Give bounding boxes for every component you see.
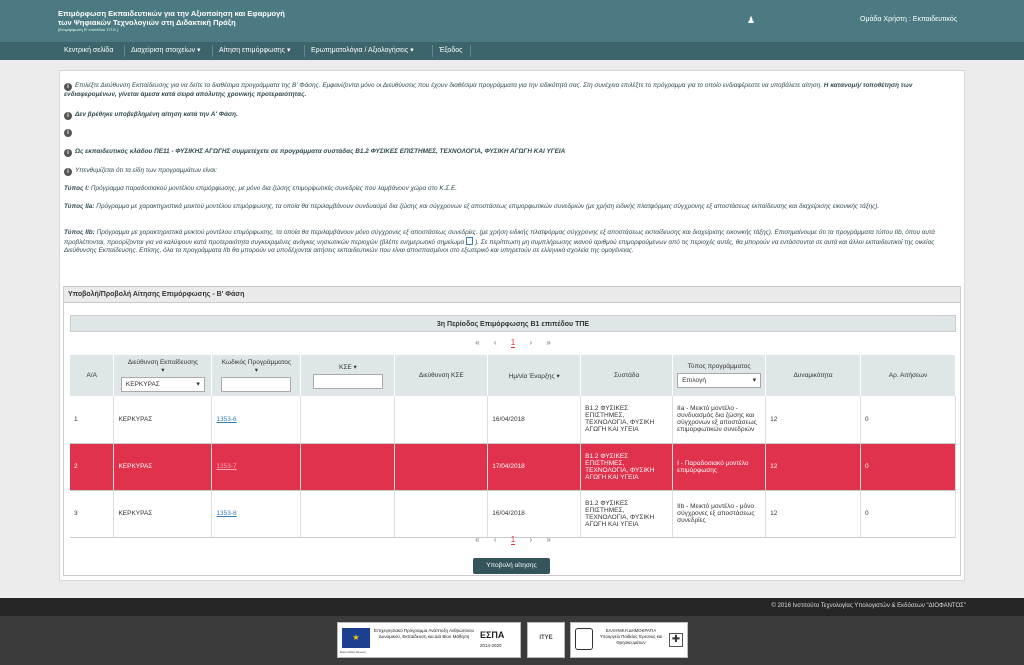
pager-bottom: « ‹ 1 › » <box>70 535 956 549</box>
ministry-logo: ΕΛΛΗΝΙΚΗ ΔΗΜΟΚΡΑΤΙΑ Υπουργείο Παιδείας Έ… <box>570 622 688 658</box>
type-2a-description: Τύπος IIa: Πρόγραμμα με χαρακτηριστικά μ… <box>64 203 880 210</box>
col-aa: Α/Α <box>70 355 115 396</box>
user-group-label: Ομάδα Χρήστη : Εκπαιδευτικός <box>860 16 958 23</box>
col-code[interactable]: Κωδικός Προγράμματος ▾ <box>211 355 302 396</box>
table-row-selected[interactable]: 2 ΚΕΡΚΥΡΑΣ 1353-7 17/04/2018 Β1.2 ΦΥΣΙΚΕ… <box>70 443 956 491</box>
info-icon: i <box>64 149 72 157</box>
program-code-link[interactable]: 1353-6 <box>216 416 236 423</box>
espa-label: ΕΣΠΑ <box>480 630 505 640</box>
last-page-icon[interactable]: » <box>546 338 550 347</box>
info-icon: i <box>64 129 72 137</box>
op-text: Επιχειρησιακό Πρόγραμμα Ανάπτυξη Ανθρώπι… <box>374 628 475 639</box>
type-1-description: Τύπος I: Πρόγραμμα παραδοσιακού μοντέλου… <box>64 185 458 192</box>
col-applications: Αρ. Αιτήσεων <box>860 355 956 396</box>
col-start-date[interactable]: Ημ/νία Έναρξης ▾ <box>487 355 582 396</box>
eu-flag-icon: ★ <box>342 628 370 648</box>
program-code-link[interactable]: 1353-8 <box>216 510 236 517</box>
type-2b-description: Τύπος IIb: Πρόγραμμα με χαρακτηριστικά μ… <box>64 229 935 255</box>
info-icon: i <box>64 168 72 176</box>
pdf-icon[interactable] <box>466 237 474 246</box>
section-title: Υποβολή/Προβολή Αίτησης Επιμόρφωσης - Β'… <box>64 287 960 303</box>
table-caption: 3η Περίοδος Επιμόρφωσης Β1 επιπέδου ΤΠΕ <box>70 315 956 332</box>
nav-questionnaires[interactable]: Ερωτηματολόγια / Αξιολογήσεις ▾ <box>311 42 414 60</box>
submit-application-button[interactable]: Υποβολή αίτησης <box>473 558 550 574</box>
last-page-icon[interactable]: » <box>546 535 550 544</box>
current-page[interactable]: 1 <box>510 338 516 348</box>
app-subtitle: (Επιμόρφωση Β' επιπέδου Τ.Π.Ε.) <box>58 27 119 32</box>
nav-home[interactable]: Κεντρική σελίδα <box>64 42 113 60</box>
next-page-icon[interactable]: › <box>529 535 532 544</box>
itye-logo: ΙΤΥΕ <box>527 622 565 658</box>
first-page-icon[interactable]: « <box>475 338 479 347</box>
info-paragraph-2: i Δεν βρέθηκε υποβεβλημένη αίτηση κατά τη… <box>64 111 954 120</box>
footer-logos: ★ Ευρωπαϊκή Ένωση Επιχειρησιακό Πρόγραμμ… <box>0 616 1024 665</box>
current-page[interactable]: 1 <box>510 535 516 545</box>
info-paragraph-4: i Υπενθυμίζεται ότι τα είδη των προγραμμά… <box>64 167 954 176</box>
footer-bar: © 2016 Ινστιτούτο Τεχνολογίας Υπολογιστώ… <box>0 598 1024 616</box>
info-icon: i <box>64 83 72 91</box>
app-header: Επιμόρφωση Εκπαιδευτικών για την Αξιοποί… <box>0 0 1024 42</box>
info-paragraph-3: i Ως εκπαιδευτικός κλάδου ΠΕ11 - ΦΥΣΙΚΗΣ … <box>64 148 954 157</box>
pager-top: « ‹ 1 › » <box>70 338 956 352</box>
info-paragraph-empty: i <box>64 128 954 137</box>
col-type[interactable]: Τύπος προγράμματος Επιλογή <box>672 355 767 396</box>
espa-years: 2014-2020 <box>480 643 502 648</box>
table-row[interactable]: 3 ΚΕΡΚΥΡΑΣ 1353-8 16/04/2018 Β1.2 ΦΥΣΙΚΕ… <box>70 490 956 538</box>
greek-flag-icon: ✚ <box>669 633 683 647</box>
next-page-icon[interactable]: › <box>529 338 532 347</box>
nav-data-management[interactable]: Διαχείριση στοιχείων ▾ <box>131 42 201 60</box>
direction-filter-select[interactable]: ΚΕΡΚΥΡΑΣ <box>120 377 205 392</box>
prev-page-icon[interactable]: ‹ <box>494 338 497 347</box>
program-code-link[interactable]: 1353-7 <box>216 463 236 470</box>
first-page-icon[interactable]: « <box>475 535 479 544</box>
programs-table-wrapper: 3η Περίοδος Επιμόρφωσης Β1 επιπέδου ΤΠΕ … <box>70 315 956 348</box>
espa-logo: ★ Ευρωπαϊκή Ένωση Επιχειρησιακό Πρόγραμμ… <box>337 622 521 658</box>
user-icon[interactable]: ♟ <box>747 15 755 26</box>
ministry-emblem-icon <box>575 628 593 650</box>
info-paragraph-1: i Επιλέξτε Διεύθυνση Εκπαίδευσης για να δ… <box>64 82 913 98</box>
app-title: Επιμόρφωση Εκπαιδευτικών για την Αξιοποί… <box>58 9 285 27</box>
prev-page-icon[interactable]: ‹ <box>494 535 497 544</box>
type-filter-select[interactable]: Επιλογή <box>677 373 762 388</box>
copyright-text: © 2016 Ινστιτούτο Τεχνολογίας Υπολογιστώ… <box>771 603 967 609</box>
nav-training-application[interactable]: Αίτηση επιμόρφωσης ▾ <box>219 42 291 60</box>
nav-logout[interactable]: Έξοδος <box>439 42 463 60</box>
col-capacity: Δυναμικότητα <box>765 355 862 396</box>
kse-filter-input[interactable] <box>312 373 383 389</box>
col-direction[interactable]: Διεύθυνση Εκπαίδευσης ▾ ΚΕΡΚΥΡΑΣ <box>113 355 213 396</box>
col-kse-address: Διεύθυνση ΚΣΕ <box>394 355 489 396</box>
code-filter-input[interactable] <box>221 377 292 392</box>
col-kse[interactable]: ΚΣΕ ▾ <box>300 355 396 396</box>
main-nav: Κεντρική σελίδα Διαχείριση στοιχείων ▾ Α… <box>0 42 1024 60</box>
programs-table: Α/Α Διεύθυνση Εκπαίδευσης▾ΚΕΡΚΥΡΑΣ Κωδικ… <box>70 355 956 538</box>
col-cluster: Συστάδα <box>580 355 674 396</box>
table-row[interactable]: 1 ΚΕΡΚΥΡΑΣ 1353-6 16/04/2018 Β1.2 ΦΥΣΙΚΕ… <box>70 396 956 444</box>
eu-label: Ευρωπαϊκή Ένωση <box>340 650 366 654</box>
info-icon: i <box>64 112 72 120</box>
